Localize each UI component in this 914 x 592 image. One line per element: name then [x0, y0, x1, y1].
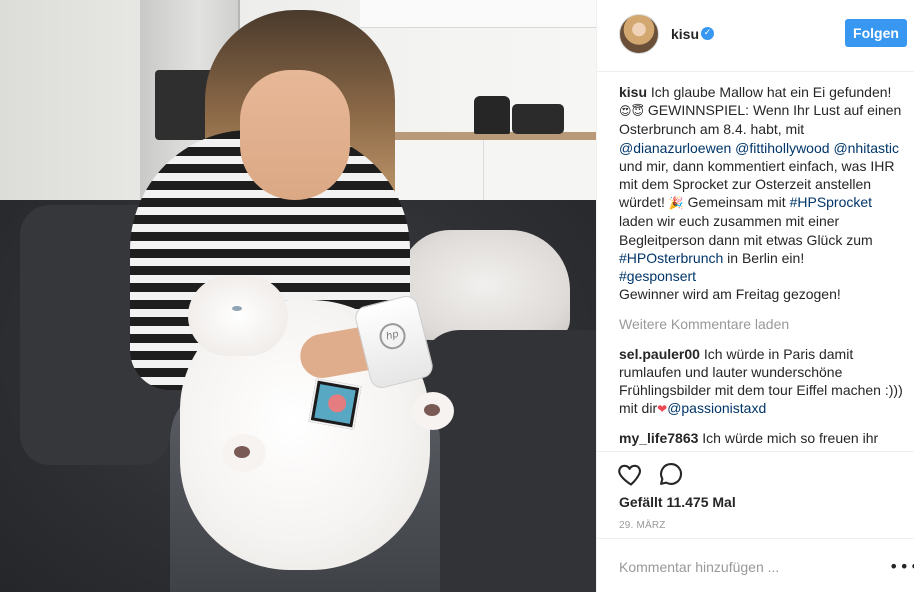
more-options-icon[interactable]: ••• [889, 557, 914, 577]
list-item: sel.pauler00 Ich würde in Paris damit ru… [619, 345, 905, 419]
hashtag-link[interactable]: #gesponsert [619, 268, 696, 284]
comment-bubble-icon[interactable] [657, 460, 685, 488]
header-username[interactable]: kisu [671, 26, 699, 42]
post-side-panel: kisu ✓ Folgen kisu Ich glaube Mallow hat… [596, 0, 914, 592]
add-comment-bar: Kommentar hinzufügen ... ••• [597, 538, 914, 592]
caption-username[interactable]: kisu [619, 84, 647, 100]
mention-link[interactable]: @nhitastic [833, 140, 899, 156]
emoji: 🎉 [668, 196, 684, 211]
printed-photo [308, 378, 362, 430]
heart-emoji: ❤ [657, 402, 668, 417]
heart-icon[interactable] [617, 460, 645, 488]
post-actions: Gefällt 11.475 Mal 29. MÄRZ Kommentar hi… [597, 451, 914, 592]
kettle [474, 96, 510, 134]
avatar[interactable] [619, 14, 659, 54]
comment-input[interactable]: Kommentar hinzufügen ... [619, 559, 779, 575]
hp-logo: hp [376, 320, 409, 352]
blanket [400, 230, 570, 340]
like-count[interactable]: Gefällt 11.475 Mal [619, 494, 736, 510]
follow-button[interactable]: Folgen [845, 19, 907, 47]
caption: kisu Ich glaube Mallow hat ein Ei gefund… [619, 83, 905, 303]
sofa-armrest [420, 330, 596, 592]
cat-head [188, 276, 288, 356]
list-item: my_life7863 Ich würde mich so freuen ihr… [619, 429, 905, 449]
post-photo[interactable]: hp [0, 0, 596, 592]
caption-text: Gemeinsam mit [687, 194, 786, 211]
post-date[interactable]: 29. MÄRZ [619, 520, 666, 531]
cat-paw [412, 392, 454, 430]
post-header: kisu ✓ Folgen [597, 0, 914, 72]
caption-text: Gewinner wird am Freitag gezogen! [619, 286, 841, 303]
mention-link[interactable]: @fittihollywood [735, 140, 829, 156]
mention-link[interactable]: @dianazurloewen [619, 140, 731, 156]
comments-list[interactable]: kisu Ich glaube Mallow hat ein Ei gefund… [619, 83, 905, 449]
comment-username[interactable]: sel.pauler00 [619, 346, 700, 362]
upper-cabinet [360, 0, 596, 28]
emoji: 😍😇 [619, 104, 645, 119]
caption-text: GEWINNSPIEL: Wenn Ihr Lust auf einen Ost… [619, 102, 902, 138]
person-face [240, 70, 350, 200]
caption-text: in Berlin ein! [727, 249, 805, 266]
cat-eye [232, 306, 242, 311]
verified-badge-icon: ✓ [701, 27, 714, 40]
load-more-comments-link[interactable]: Weitere Kommentare laden [619, 315, 905, 333]
caption-text: Ich glaube Mallow hat ein Ei gefunden! [650, 84, 892, 100]
cat-paw [222, 434, 266, 472]
caption-text: laden wir euch zusammen mit einer Beglei… [619, 213, 873, 248]
comment-username[interactable]: my_life7863 [619, 430, 698, 446]
mention-link[interactable]: @passionistaxd [667, 400, 766, 416]
toaster [512, 104, 564, 134]
hashtag-link[interactable]: #HPOsterbrunch [619, 250, 723, 266]
hashtag-link[interactable]: #HPSprocket [790, 194, 872, 210]
